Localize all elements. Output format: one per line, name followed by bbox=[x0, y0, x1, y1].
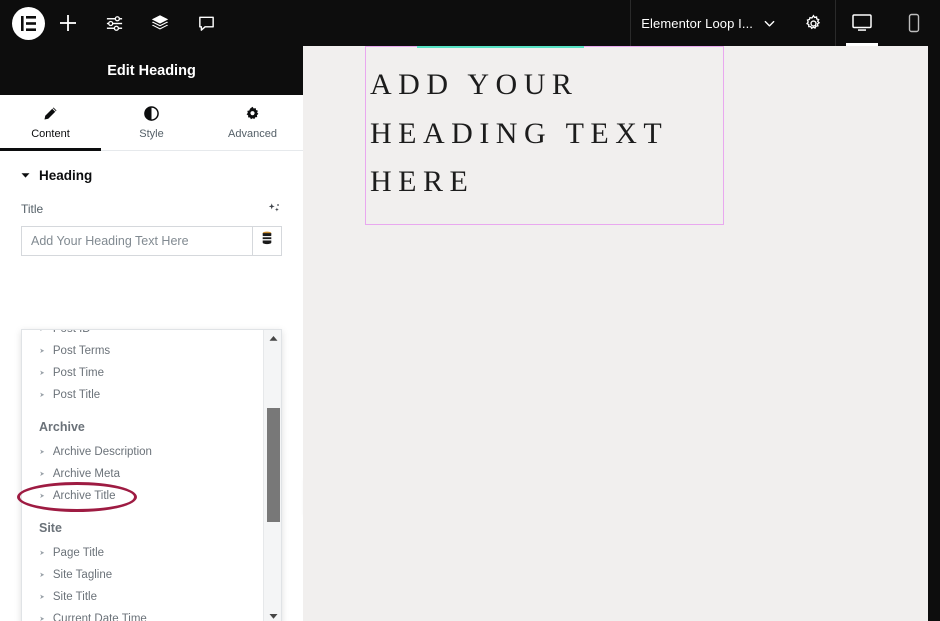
canvas-right-edge bbox=[928, 0, 940, 621]
tab-advanced-label: Advanced bbox=[228, 127, 277, 140]
dropdown-item-label: Archive Title bbox=[52, 490, 116, 502]
panel-title: Edit Heading bbox=[107, 62, 196, 79]
dynamic-tags-dropdown[interactable]: ➤ Post ID ➤ Post Terms ➤ Post Time ➤ Post Title… bbox=[21, 329, 282, 621]
dropdown-item-label: Site Tagline bbox=[52, 569, 113, 581]
chevron-right-icon: ➤ bbox=[39, 391, 45, 399]
editor-panel: Edit Heading Content Style Advanced Head… bbox=[0, 46, 303, 621]
gear-icon bbox=[245, 106, 260, 121]
dropdown-item[interactable]: ➤ Archive Description bbox=[22, 441, 263, 463]
panel-tabs: Content Style Advanced bbox=[0, 95, 303, 151]
dynamic-tags-button[interactable] bbox=[252, 226, 282, 256]
dropdown-item-label: Archive Description bbox=[52, 446, 152, 458]
dropdown-list: ➤ Post ID ➤ Post Terms ➤ Post Time ➤ Post Title… bbox=[22, 330, 263, 621]
chevron-right-icon: ➤ bbox=[39, 448, 45, 456]
dropdown-group-label: Archive bbox=[39, 420, 85, 434]
heading-section: Heading Title bbox=[0, 151, 303, 256]
dropdown-item[interactable]: ➤ Page Title bbox=[22, 542, 263, 564]
add-element-button[interactable] bbox=[45, 0, 91, 46]
dropdown-item-label: Post Time bbox=[52, 367, 105, 379]
tab-advanced[interactable]: Advanced bbox=[202, 95, 303, 150]
top-toolbar: Elementor Loop I... bbox=[0, 0, 940, 46]
half-circle-icon bbox=[144, 105, 159, 121]
chevron-right-icon: ➤ bbox=[39, 593, 45, 601]
chevron-right-icon: ➤ bbox=[39, 330, 44, 333]
panel-header: Edit Heading bbox=[0, 46, 303, 95]
layers-icon[interactable] bbox=[137, 0, 183, 46]
tab-style-label: Style bbox=[139, 127, 164, 140]
dropdown-item-label: Archive Meta bbox=[52, 468, 120, 480]
pencil-icon bbox=[43, 106, 58, 121]
title-input-wrap bbox=[21, 226, 282, 256]
elementor-logo-icon[interactable] bbox=[12, 6, 45, 40]
heading-section-title: Heading bbox=[39, 168, 93, 183]
canvas-heading-text[interactable]: ADD YOUR HEADING TEXT HERE bbox=[366, 61, 723, 207]
dropdown-item-label: Post Terms bbox=[52, 345, 111, 357]
document-selector[interactable]: Elementor Loop I... bbox=[630, 0, 791, 46]
dropdown-item-label: Site Title bbox=[52, 591, 97, 603]
chevron-right-icon: ➤ bbox=[39, 492, 45, 500]
document-title: Elementor Loop I... bbox=[641, 15, 753, 31]
widget-accent-bar bbox=[417, 46, 584, 48]
dropdown-group-label: Site bbox=[39, 521, 62, 535]
dropdown-item[interactable]: ➤ Post Terms bbox=[22, 340, 263, 362]
elementor-editor: Elementor Loop I... Edit Heading Content… bbox=[0, 0, 940, 621]
ai-sparkle-icon[interactable] bbox=[266, 201, 282, 217]
device-mode-switcher bbox=[835, 0, 940, 46]
editor-canvas: ADD YOUR HEADING TEXT HERE bbox=[303, 46, 928, 621]
dropdown-item[interactable]: ➤ Post Time bbox=[22, 362, 263, 384]
heading-widget[interactable]: ADD YOUR HEADING TEXT HERE bbox=[365, 46, 724, 225]
tab-style[interactable]: Style bbox=[101, 95, 202, 150]
dropdown-item[interactable]: ➤ Site Title bbox=[22, 586, 263, 608]
dropdown-item[interactable]: ➤ Post ID bbox=[22, 330, 263, 340]
chevron-right-icon: ➤ bbox=[39, 347, 45, 355]
dropdown-item-label: Current Date Time bbox=[52, 613, 147, 621]
heading-widget-selection-box[interactable]: ADD YOUR HEADING TEXT HERE bbox=[365, 46, 724, 225]
chevron-right-icon: ➤ bbox=[39, 369, 45, 377]
top-toolbar-left bbox=[0, 0, 229, 46]
chevron-down-icon[interactable] bbox=[761, 15, 777, 31]
chevron-right-icon: ➤ bbox=[39, 615, 45, 621]
settings-gear-icon[interactable] bbox=[791, 0, 835, 46]
dropdown-item[interactable]: ➤ Site Tagline bbox=[22, 564, 263, 586]
sliders-icon[interactable] bbox=[91, 0, 137, 46]
dropdown-item[interactable]: ➤ Current Date Time bbox=[22, 608, 263, 621]
scrollbar-thumb[interactable] bbox=[267, 408, 280, 522]
title-field-label: Title bbox=[21, 202, 44, 216]
tab-content[interactable]: Content bbox=[0, 95, 101, 151]
chevron-right-icon: ➤ bbox=[39, 549, 45, 557]
scrollbar-down-arrow[interactable] bbox=[264, 608, 281, 621]
chevron-right-icon: ➤ bbox=[39, 571, 45, 579]
heading-section-toggle[interactable]: Heading bbox=[21, 168, 282, 201]
database-stack-icon bbox=[260, 231, 274, 251]
dropdown-scroll-area: ➤ Post ID ➤ Post Terms ➤ Post Time ➤ Post Title… bbox=[22, 330, 263, 621]
dropdown-item[interactable]: ➤ Post Title bbox=[22, 384, 263, 406]
tab-content-label: Content bbox=[31, 127, 70, 140]
dropdown-item-label: Post Title bbox=[52, 389, 101, 401]
scrollbar-up-arrow[interactable] bbox=[264, 330, 281, 347]
dropdown-item[interactable]: ➤ Archive Meta bbox=[22, 463, 263, 485]
dropdown-scrollbar[interactable] bbox=[263, 330, 281, 621]
chevron-right-icon: ➤ bbox=[39, 470, 45, 478]
comment-bubble-icon[interactable] bbox=[183, 0, 229, 46]
device-desktop[interactable] bbox=[836, 0, 888, 46]
top-toolbar-right: Elementor Loop I... bbox=[630, 0, 940, 46]
title-input[interactable] bbox=[21, 226, 252, 256]
caret-down-icon bbox=[21, 171, 30, 180]
title-field-row: Title bbox=[21, 201, 282, 217]
dropdown-item-label: Page Title bbox=[52, 547, 105, 559]
dropdown-item-label: Post ID bbox=[53, 330, 91, 335]
dropdown-item[interactable]: ➤ Archive Title bbox=[22, 485, 263, 507]
